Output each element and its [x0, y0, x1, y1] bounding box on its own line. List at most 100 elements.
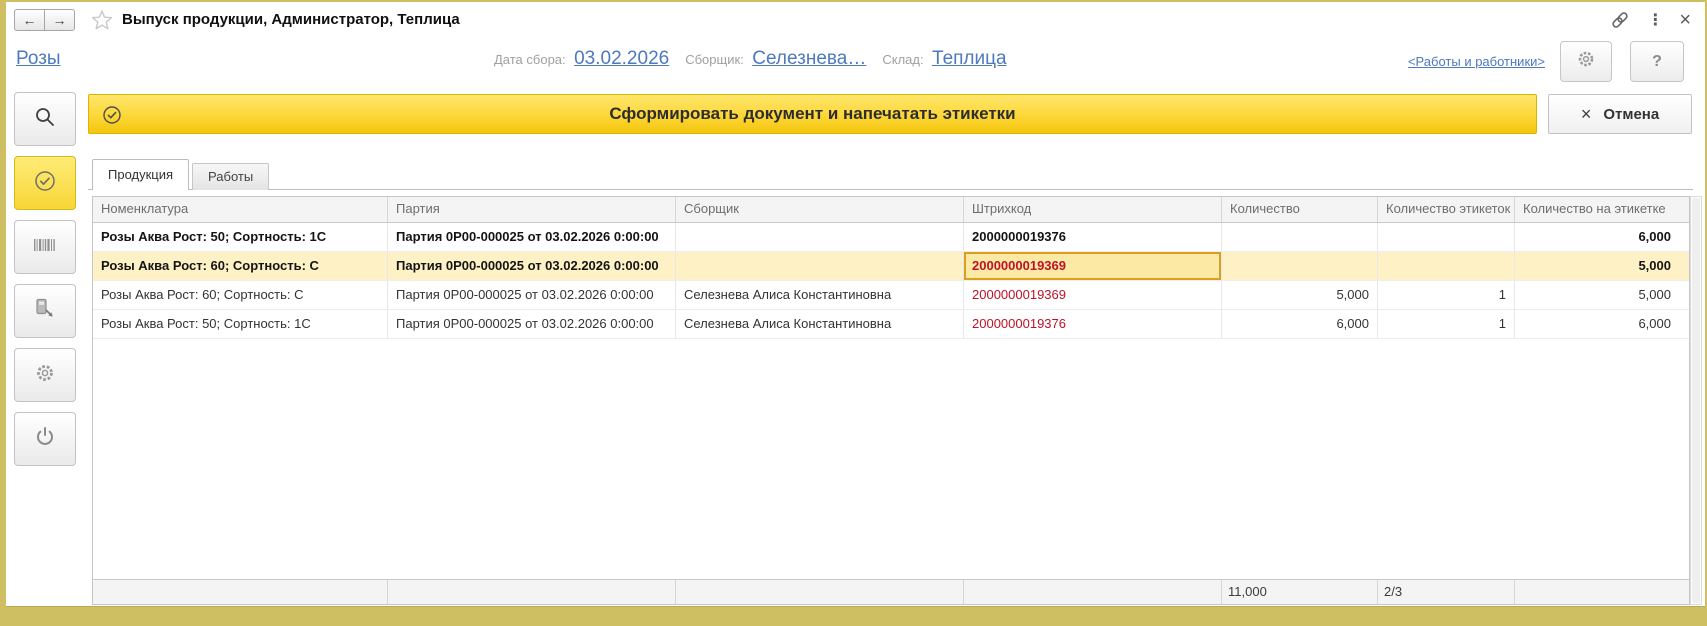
table-cell[interactable]: 5,000 [1514, 281, 1687, 309]
table-cell[interactable] [1377, 252, 1514, 280]
table-row[interactable]: Розы Аква Рост: 60; Сортность: С Партия 0… [93, 252, 1689, 281]
sidebar-power-button[interactable] [14, 412, 76, 466]
close-icon[interactable]: × [1679, 10, 1691, 30]
column-header[interactable]: Штрихкод [963, 197, 1221, 222]
tab-products[interactable]: Продукция [92, 159, 190, 190]
generate-document-button[interactable]: Сформировать документ и напечатать этике… [88, 94, 1537, 134]
collector-value[interactable]: Селезнева… [752, 48, 866, 69]
column-header[interactable]: Партия [387, 197, 675, 222]
forward-button[interactable]: → [44, 9, 75, 31]
column-header[interactable]: Номенклатура [93, 197, 387, 222]
table-cell[interactable]: Селезнева Алиса Константиновна [675, 310, 963, 338]
sidebar-barcode-button[interactable] [14, 220, 76, 274]
collect-date-label: Дата сбора: [494, 52, 566, 67]
cancel-label: Отмена [1603, 105, 1660, 123]
column-header[interactable]: Количество этикеток [1377, 197, 1514, 222]
footer-cell [963, 580, 1221, 604]
tab-panel-border [88, 189, 1693, 190]
cancel-x-icon: × [1580, 103, 1592, 124]
field-collect-date: Дата сбора: 03.02.2026 [494, 48, 669, 70]
help-button[interactable]: ? [1630, 41, 1684, 82]
table-cell[interactable] [1377, 223, 1514, 251]
table-cell[interactable]: Селезнева Алиса Константиновна [675, 281, 963, 309]
table-cell[interactable]: Розы Аква Рост: 60; Сортность: С [93, 252, 387, 280]
products-table-body: Розы Аква Рост: 50; Сортность: 1С Партия … [93, 223, 1689, 339]
check-circle-icon [102, 105, 122, 130]
table-cell[interactable]: 5,000 [1514, 252, 1687, 280]
table-cell[interactable]: 6,000 [1514, 310, 1687, 338]
gear-icon [33, 361, 57, 390]
footer-cell [387, 580, 675, 604]
tab-strip: Продукция Работы [92, 159, 270, 190]
table-cell[interactable]: Розы Аква Рост: 50; Сортность: 1С [93, 310, 387, 338]
table-cell[interactable] [1221, 223, 1377, 251]
collect-date-value[interactable]: 03.02.2026 [574, 48, 669, 69]
sidebar-data-terminal-button[interactable] [14, 284, 76, 338]
barcode-edit-field[interactable]: 2000000019369 [964, 252, 1221, 280]
warehouse-label: Склад: [882, 52, 924, 67]
warehouse-value[interactable]: Теплица [932, 48, 1007, 69]
table-row[interactable]: Розы Аква Рост: 50; Сортность: 1С Партия … [93, 223, 1689, 252]
table-cell[interactable] [675, 223, 963, 251]
footer-cell [1514, 580, 1687, 604]
power-icon [33, 425, 57, 454]
back-button[interactable]: ← [14, 9, 45, 31]
table-cell[interactable]: 5,000 [1221, 281, 1377, 309]
table-cell[interactable]: Партия 0Р00-000025 от 03.02.2026 0:00:00 [387, 223, 675, 251]
table-row[interactable]: Розы Аква Рост: 60; Сортность: С Партия 0… [93, 281, 1689, 310]
gear-icon [1575, 48, 1597, 75]
table-cell[interactable]: 1 [1377, 281, 1514, 309]
check-circle-icon [33, 169, 57, 198]
settings-button[interactable] [1560, 41, 1612, 82]
sidebar-search-button[interactable] [14, 92, 76, 146]
table-cell[interactable]: 1 [1377, 310, 1514, 338]
footer-cell [93, 580, 387, 604]
products-table-header: Номенклатура Партия Сборщик Штрихкод Количес… [93, 197, 1689, 223]
nomenclature-link[interactable]: Розы [16, 48, 61, 70]
barcode-cell[interactable]: 2000000019376 [963, 223, 1221, 251]
products-table: Номенклатура Партия Сборщик Штрихкод Количес… [92, 196, 1690, 605]
barcode-icon [32, 236, 58, 259]
history-nav: ← → [14, 9, 75, 31]
table-cell[interactable]: Партия 0Р00-000025 от 03.02.2026 0:00:00 [387, 310, 675, 338]
table-cell[interactable] [1221, 252, 1377, 280]
header-fields: Дата сбора: 03.02.2026 Сборщик: Селезнев… [494, 48, 1007, 70]
table-vertical-scrollbar[interactable] [1690, 196, 1702, 605]
sidebar-confirm-button[interactable] [14, 156, 76, 210]
table-cell[interactable]: Партия 0Р00-000025 от 03.02.2026 0:00:00 [387, 252, 675, 280]
more-menu-icon[interactable]: ⋮ [1647, 10, 1663, 30]
barcode-cell[interactable]: 2000000019369 [963, 281, 1221, 309]
data-terminal-icon [33, 297, 57, 326]
table-cell[interactable]: Розы Аква Рост: 50; Сортность: 1С [93, 223, 387, 251]
footer-cell [675, 580, 963, 604]
column-header[interactable]: Сборщик [675, 197, 963, 222]
table-cell[interactable]: 6,000 [1514, 223, 1687, 251]
table-cell[interactable]: 6,000 [1221, 310, 1377, 338]
window-title: Выпуск продукции, Администратор, Теплица [122, 11, 460, 28]
get-link-icon[interactable] [1609, 9, 1631, 31]
footer-quantity-total: 11,000 [1221, 580, 1377, 604]
favorite-star-icon[interactable] [91, 9, 113, 31]
table-cell[interactable]: Розы Аква Рост: 60; Сортность: С [93, 281, 387, 309]
title-bar: ← → Выпуск продукции, Администратор, Теп… [6, 2, 1705, 38]
footer-labels-total: 2/3 [1377, 580, 1514, 604]
cancel-button[interactable]: × Отмена [1548, 94, 1692, 134]
sidebar-settings-button[interactable] [14, 348, 76, 402]
tab-works[interactable]: Работы [192, 163, 270, 190]
form-header: Розы Дата сбора: 03.02.2026 Сборщик: Сел… [6, 38, 1705, 90]
collector-label: Сборщик: [685, 52, 744, 67]
column-header[interactable]: Количество на этикетке [1514, 197, 1687, 222]
table-row[interactable]: Розы Аква Рост: 50; Сортность: 1С Партия … [93, 310, 1689, 339]
column-header[interactable]: Количество [1221, 197, 1377, 222]
help-label: ? [1652, 52, 1662, 70]
table-cell[interactable] [675, 252, 963, 280]
table-cell[interactable]: Партия 0Р00-000025 от 03.02.2026 0:00:00 [387, 281, 675, 309]
works-and-workers-link[interactable]: <Работы и работники> [1408, 54, 1545, 69]
form-window: ← → Выпуск продукции, Администратор, Теп… [6, 2, 1705, 607]
barcode-cell[interactable]: 2000000019369 [963, 252, 1221, 280]
products-table-empty-area[interactable] [93, 339, 1689, 579]
products-table-footer: 11,000 2/3 [93, 579, 1689, 604]
barcode-cell[interactable]: 2000000019376 [963, 310, 1221, 338]
scrollbar-thumb[interactable] [1692, 198, 1700, 603]
generate-document-label: Сформировать документ и напечатать этике… [609, 104, 1016, 123]
